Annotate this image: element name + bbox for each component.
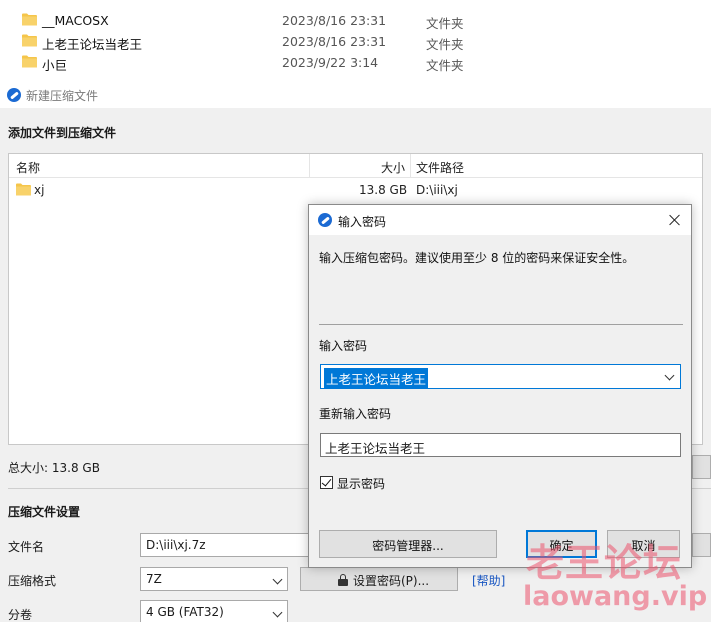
file-date: 2023/8/16 23:31: [282, 34, 387, 49]
filename-input[interactable]: D:\iii\xj.7z: [140, 533, 310, 557]
format-select[interactable]: 7Z: [140, 567, 288, 591]
folder-icon: [22, 13, 37, 26]
column-divider[interactable]: [309, 154, 310, 178]
volume-value: 4 GB (FAT32): [146, 605, 224, 619]
file-row-xiaoju[interactable]: 小巨 2023/9/22 3:14 文件夹: [0, 52, 711, 73]
file-name: __MACOSX: [42, 13, 109, 28]
lock-icon: [338, 574, 348, 586]
file-row-laowang[interactable]: 上老王论坛当老王 2023/8/16 23:31 文件夹: [0, 31, 711, 52]
chevron-down-icon: [272, 574, 283, 585]
file-date: 2023/9/22 3:14: [282, 55, 379, 70]
row-path: D:\iii\xj: [416, 183, 458, 197]
volume-select[interactable]: 4 GB (FAT32): [140, 600, 288, 622]
column-header-path[interactable]: 文件路径: [416, 159, 464, 176]
column-header-name[interactable]: 名称: [16, 159, 40, 176]
app-logo-icon: [7, 88, 21, 102]
set-password-label: 设置密码(P)...: [352, 574, 430, 588]
side-button[interactable]: [692, 455, 711, 479]
password-value: 上老王论坛当老王: [324, 368, 429, 389]
help-link[interactable]: [帮助]: [472, 572, 505, 589]
show-password-label[interactable]: 显示密码: [337, 475, 385, 492]
file-name: 小巨: [42, 58, 68, 73]
total-size: 总大小: 13.8 GB: [8, 461, 100, 475]
set-password-button[interactable]: 设置密码(P)...: [300, 567, 458, 591]
file-date: 2023/8/16 23:31: [282, 13, 387, 28]
chevron-down-icon: [272, 607, 283, 618]
confirm-password-input[interactable]: 上老王论坛当老王: [320, 433, 681, 457]
file-type: 文件夹: [426, 37, 464, 52]
browse-button[interactable]: [692, 533, 711, 557]
show-password-checkbox[interactable]: [320, 476, 333, 489]
dialog-title: 输入密码: [338, 215, 387, 229]
row-size: 13.8 GB: [359, 183, 408, 197]
password-combobox[interactable]: 上老王论坛当老王: [320, 364, 681, 389]
column-header-size[interactable]: 大小: [381, 159, 405, 176]
app-logo-icon: [318, 213, 332, 227]
file-type: 文件夹: [426, 58, 464, 73]
dialog-titlebar[interactable]: 输入密码: [309, 205, 691, 235]
folder-icon: [16, 183, 31, 196]
dialog-description: 输入压缩包密码。建议使用至少 8 位的密码来保证安全性。: [319, 251, 635, 265]
file-row-macosx[interactable]: __MACOSX 2023/8/16 23:31 文件夹: [0, 10, 711, 31]
watermark-chinese: 老王论坛: [526, 541, 683, 585]
app-titlebar: 新建压缩文件: [0, 82, 711, 108]
dialog-divider: [319, 324, 683, 325]
watermark-domain: laowang.vip: [523, 581, 708, 612]
volume-label: 分卷: [8, 608, 33, 622]
file-type: 文件夹: [426, 16, 464, 31]
password-manager-button[interactable]: 密码管理器...: [319, 530, 497, 558]
filename-label: 文件名: [8, 540, 45, 554]
table-row[interactable]: xj 13.8 GB D:\iii\xj: [9, 179, 702, 201]
row-name: xj: [34, 183, 45, 197]
password-dialog: 输入密码 输入压缩包密码。建议使用至少 8 位的密码来保证安全性。 输入密码 上…: [308, 204, 692, 568]
format-value: 7Z: [146, 572, 162, 586]
close-icon[interactable]: [667, 212, 683, 228]
confirm-password-label: 重新输入密码: [319, 407, 392, 421]
column-divider[interactable]: [410, 154, 411, 178]
settings-section-title: 压缩文件设置: [8, 505, 81, 519]
chevron-down-icon[interactable]: [664, 370, 675, 381]
folder-icon: [22, 55, 37, 68]
file-name: 上老王论坛当老王: [42, 37, 143, 52]
add-section-title: 添加文件到压缩文件: [8, 126, 117, 140]
table-header: 名称 大小 文件路径: [9, 154, 702, 178]
folder-icon: [22, 34, 37, 47]
format-label: 压缩格式: [8, 574, 57, 588]
password-label: 输入密码: [319, 339, 368, 353]
app-title: 新建压缩文件: [26, 89, 99, 103]
